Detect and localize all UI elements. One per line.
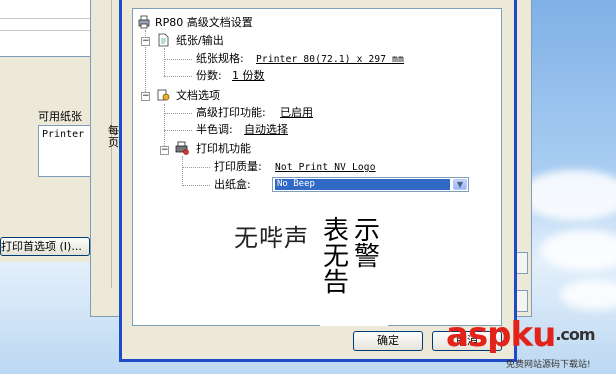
middle-label: 页 [108,136,119,149]
list-panel [0,0,92,57]
annotation-char: 表 [322,216,349,246]
advanced-print-label: 高级打印功能: [196,106,266,119]
tree-item-printer-features[interactable]: 打印机功能 [196,142,251,156]
annotation-char: 无 [322,242,349,272]
annotation-char: 示 [353,216,380,246]
tree-line [164,59,192,60]
tree-root[interactable]: RP80 高级文档设置 [155,16,253,30]
collapse-toggle[interactable]: − [141,92,150,101]
print-quality-value[interactable]: Not Print NV Logo [275,161,376,175]
tree-line [164,113,192,114]
cloud [520,170,616,220]
halftone-value[interactable]: 自动选择 [244,123,288,137]
tree-line [182,156,183,186]
annotation-char: 告 [322,268,349,298]
printer-features-icon [175,141,189,155]
tree-item-document-options[interactable]: 文档选项 [176,89,220,103]
list-item[interactable]: Printer [42,129,84,140]
printer-icon [138,15,150,29]
watermark-subtitle: 免费网站源码下载站! [506,360,591,370]
tree-line [164,48,165,76]
available-paper-label: 可用纸张 [38,110,82,123]
annotation-char: 警 [353,242,380,272]
tree-line [164,130,192,131]
divider [0,30,92,31]
halftone-label: 半色调: [196,123,233,136]
annotation-column: 示 警 [352,218,382,270]
print-preferences-button[interactable]: 打印首选项 (I)... [0,237,90,256]
paper-bin-selected: No Beep [275,179,450,190]
middle-window-button[interactable] [516,290,528,312]
paper-icon [158,33,169,47]
cloud [560,280,616,310]
watermark-tld: .com [555,325,595,344]
cloud [540,230,616,270]
paper-bin-label: 出纸盒: [214,178,251,191]
tree-line [182,185,210,186]
collapse-toggle[interactable]: − [141,37,150,46]
collapse-toggle[interactable]: − [160,146,169,155]
background-window-left: 可用纸张 Printer 打印首选项 (I)... [0,0,93,262]
watermark-logo-text: aspku [446,315,556,355]
print-quality-label: 打印质量: [214,160,262,173]
tree-line [182,167,210,168]
tree-line [164,104,165,150]
document-options-icon [157,89,170,101]
tree-line [164,76,192,77]
divider [0,18,92,19]
copies-label: 份数: [196,69,222,82]
paper-size-label: 纸张规格: [196,52,244,65]
paper-bin-dropdown[interactable]: No Beep ▼ [272,177,469,192]
available-paper-list[interactable]: Printer [38,125,92,177]
copies-value[interactable]: 1 份数 [232,69,265,83]
middle-window-button[interactable] [516,252,528,274]
annotation-text: 无哔声 [234,224,309,252]
chevron-down-icon[interactable]: ▼ [453,179,467,190]
paper-size-value[interactable]: Printer 80(72.1) x 297 mm [256,53,404,67]
ok-button[interactable]: 确定 [353,331,423,351]
advanced-print-value[interactable]: 已启用 [280,106,313,120]
watermark-logo: aspku.com [446,315,596,355]
annotation-column: 表 无 告 [321,218,351,296]
tree-item-paper-output[interactable]: 纸张/输出 [176,34,224,48]
